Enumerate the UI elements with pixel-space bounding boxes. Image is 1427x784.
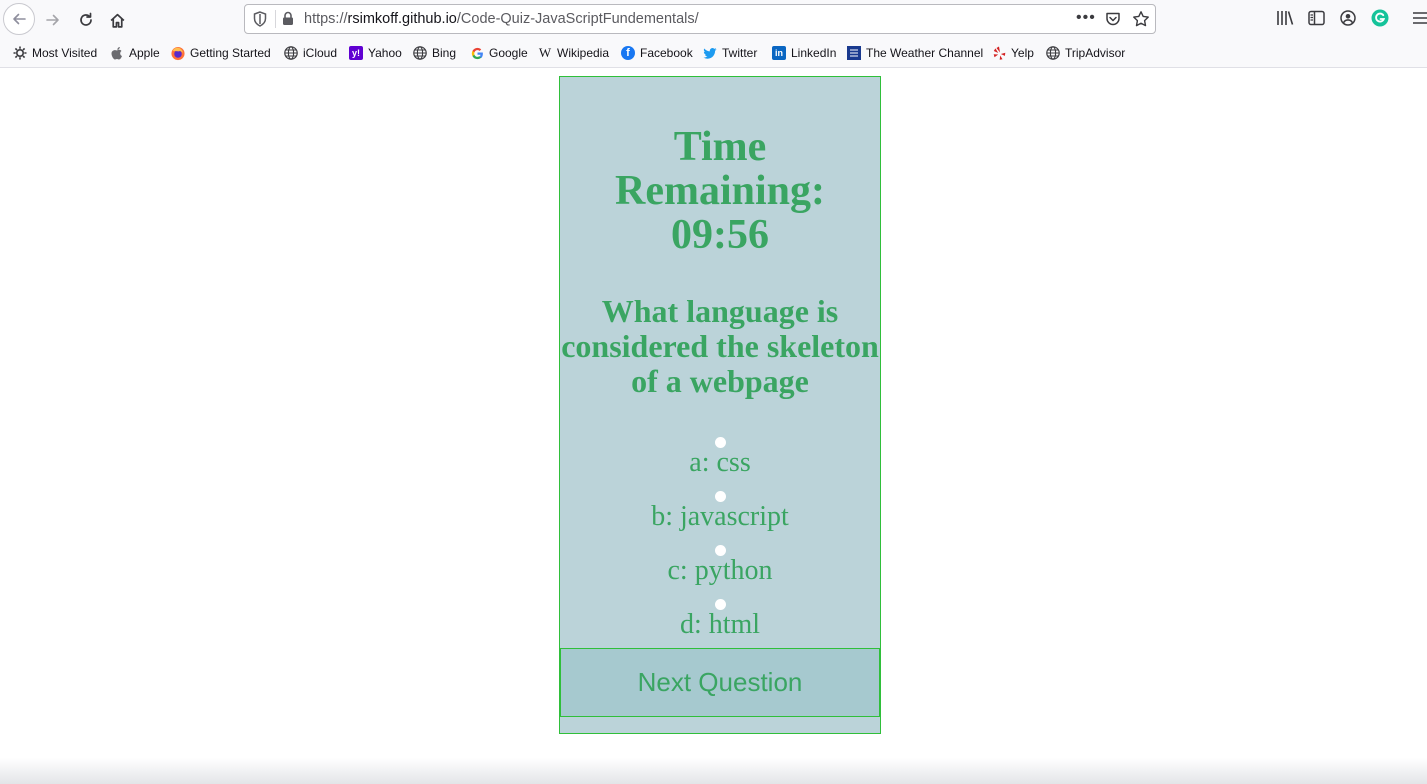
reload-button[interactable] xyxy=(70,4,102,36)
url-host: rsimkoff.github.io xyxy=(347,11,457,27)
window-bottom-edge xyxy=(0,758,1427,784)
linkedin-icon: in xyxy=(772,46,786,60)
answer-choice-d[interactable]: d: html xyxy=(560,599,880,653)
yahoo-icon: y! xyxy=(349,46,363,60)
address-bar[interactable]: https://rsimkoff.github.io/Code-Quiz-Jav… xyxy=(244,4,1156,34)
bookmark-label: Wikipedia xyxy=(557,46,610,60)
choice-label[interactable]: b: javascript xyxy=(560,502,880,532)
account-icon[interactable] xyxy=(1340,10,1356,26)
gear-icon xyxy=(13,46,27,60)
url-path: /Code-Quiz-JavaScriptFundementals/ xyxy=(456,11,699,27)
apple-icon xyxy=(110,46,124,60)
choice-label[interactable]: d: html xyxy=(560,610,880,640)
bookmark-label: iCloud xyxy=(303,46,338,60)
bookmark-label: Getting Started xyxy=(190,46,271,60)
arrow-left-icon xyxy=(13,13,26,25)
globe-icon xyxy=(284,46,298,60)
google-icon xyxy=(470,46,484,60)
bookmark-label: The Weather Channel xyxy=(866,46,984,60)
bookmark-icloud[interactable]: iCloud xyxy=(284,45,337,61)
bookmark-label: Bing xyxy=(432,46,457,60)
bookmark-most-visited[interactable]: Most Visited xyxy=(13,45,97,61)
facebook-icon: f xyxy=(621,46,635,60)
page-actions-more-icon[interactable]: ••• xyxy=(1076,9,1096,27)
choice-label[interactable]: a: css xyxy=(560,448,880,478)
bookmark-tripadvisor[interactable]: TripAdvisor xyxy=(1046,45,1125,61)
back-button[interactable] xyxy=(3,3,35,35)
hamburger-menu-icon[interactable] xyxy=(1413,10,1427,26)
home-button[interactable] xyxy=(101,4,133,36)
firefox-icon xyxy=(171,46,185,60)
forward-button[interactable] xyxy=(37,4,69,36)
twitter-icon xyxy=(703,46,717,60)
grammarly-icon[interactable] xyxy=(1371,9,1389,27)
timer-heading: Time Remaining: 09:56 xyxy=(560,125,880,257)
url-scheme: https:// xyxy=(304,11,348,27)
bookmark-wikipedia[interactable]: W Wikipedia xyxy=(538,45,609,61)
reload-icon xyxy=(80,12,92,26)
arrow-right-icon xyxy=(46,14,59,26)
home-icon xyxy=(110,13,124,28)
sidebar-icon[interactable] xyxy=(1308,10,1325,26)
bookmark-linkedin[interactable]: in LinkedIn xyxy=(772,45,836,61)
yelp-icon xyxy=(992,46,1006,60)
bookmarks-toolbar: Most Visited Apple Getting Started iClou… xyxy=(0,39,1427,68)
bookmark-star-icon[interactable] xyxy=(1132,10,1150,28)
choice-label[interactable]: c: python xyxy=(560,556,880,586)
bookmark-bing[interactable]: Bing xyxy=(413,45,456,61)
bookmark-getting-started[interactable]: Getting Started xyxy=(171,45,271,61)
bookmark-label: TripAdvisor xyxy=(1065,46,1126,60)
bookmark-facebook[interactable]: f Facebook xyxy=(621,45,693,61)
bookmark-label: Apple xyxy=(129,46,160,60)
next-question-button[interactable]: Next Question xyxy=(560,648,880,717)
bookmark-label: Google xyxy=(489,46,528,60)
bookmark-weather-channel[interactable]: The Weather Channel xyxy=(847,45,983,61)
address-bar-divider xyxy=(275,10,276,28)
tracking-shield-icon[interactable] xyxy=(253,11,267,27)
globe-icon xyxy=(1046,46,1060,60)
lock-icon[interactable] xyxy=(282,11,294,26)
answer-choice-a[interactable]: a: css xyxy=(560,437,880,491)
bookmark-twitter[interactable]: Twitter xyxy=(703,45,757,61)
timer-label-line2: Remaining: xyxy=(615,168,825,214)
bookmark-label: Yelp xyxy=(1011,46,1034,60)
answer-choice-b[interactable]: b: javascript xyxy=(560,491,880,545)
library-icon[interactable] xyxy=(1276,10,1294,26)
bookmark-label: Twitter xyxy=(722,46,758,60)
timer-label-line1: Time xyxy=(673,124,767,170)
question-text: What language is considered the skeleton… xyxy=(561,293,879,399)
bookmark-label: Facebook xyxy=(640,46,693,60)
browser-toolbar: https://rsimkoff.github.io/Code-Quiz-Jav… xyxy=(0,0,1427,39)
weather-channel-icon xyxy=(847,46,861,60)
wikipedia-icon: W xyxy=(538,45,552,60)
timer-value: 09:56 xyxy=(671,212,769,258)
bookmark-apple[interactable]: Apple xyxy=(110,45,160,61)
globe-icon xyxy=(413,46,427,60)
quiz-card: Time Remaining: 09:56 What language is con… xyxy=(559,76,881,734)
bookmark-label: Most Visited xyxy=(32,46,98,60)
bookmark-label: LinkedIn xyxy=(791,46,837,60)
bookmark-yelp[interactable]: Yelp xyxy=(992,45,1034,61)
bookmark-google[interactable]: Google xyxy=(470,45,528,61)
pocket-icon[interactable] xyxy=(1105,11,1121,27)
url-text[interactable]: https://rsimkoff.github.io/Code-Quiz-Jav… xyxy=(304,11,699,27)
bookmark-label: Yahoo xyxy=(368,46,402,60)
answer-choice-c[interactable]: c: python xyxy=(560,545,880,599)
bookmark-yahoo[interactable]: y! Yahoo xyxy=(349,45,402,61)
